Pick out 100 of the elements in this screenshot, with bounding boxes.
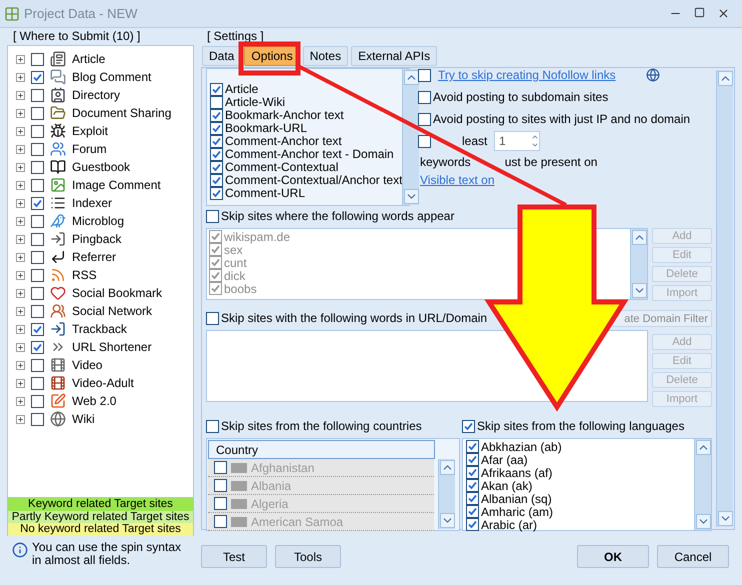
expand-icon[interactable]	[16, 378, 25, 388]
checkbox[interactable]	[466, 479, 479, 492]
checkbox[interactable]	[210, 148, 223, 161]
tree-item[interactable]: Article	[72, 50, 106, 68]
spin-up-icon[interactable]	[531, 133, 539, 141]
checkbox[interactable]	[418, 90, 431, 104]
maximize-icon[interactable]	[694, 7, 705, 18]
checkbox[interactable]	[31, 250, 44, 264]
scrollbar[interactable]	[630, 229, 647, 299]
checkbox[interactable]	[209, 282, 222, 295]
nofollow-link[interactable]: Try to skip creating Nofollow links	[438, 66, 616, 84]
expand-icon[interactable]	[16, 198, 25, 208]
tree-item[interactable]: Image Comment	[72, 176, 161, 194]
checkbox[interactable]	[466, 505, 479, 518]
scroll-up-icon[interactable]	[718, 71, 733, 86]
tree-item[interactable]: Microblog	[72, 212, 124, 230]
expand-icon[interactable]	[16, 144, 25, 154]
language-name[interactable]: Akan (ak)	[481, 476, 532, 494]
checkbox[interactable]	[210, 122, 223, 135]
tree-item[interactable]: Blog Comment	[72, 68, 152, 86]
expand-icon[interactable]	[16, 270, 25, 280]
checkbox[interactable]	[210, 161, 223, 174]
expand-icon[interactable]	[16, 234, 25, 244]
close-icon[interactable]	[717, 7, 730, 20]
tree-item[interactable]: Trackback	[72, 320, 127, 338]
list-item[interactable]: Bookmark-Anchor text	[225, 109, 344, 122]
scroll-up-icon[interactable]	[440, 460, 455, 475]
checkbox[interactable]	[31, 304, 44, 318]
list-item[interactable]: Comment-Anchor text	[225, 135, 342, 148]
expand-icon[interactable]	[16, 54, 25, 64]
expand-icon[interactable]	[16, 306, 25, 316]
scrollbar[interactable]	[716, 70, 733, 527]
tree-item[interactable]: Indexer	[72, 194, 112, 212]
tree-item[interactable]: Guestbook	[72, 158, 130, 176]
tree-item[interactable]: Document Sharing	[72, 104, 172, 122]
tree-item[interactable]: Referrer	[72, 248, 116, 266]
checkbox[interactable]	[210, 174, 223, 187]
checkbox[interactable]	[206, 420, 219, 432]
checkbox[interactable]	[214, 479, 227, 492]
expand-icon[interactable]	[16, 162, 25, 172]
scroll-up-icon[interactable]	[404, 70, 420, 85]
scroll-up-icon[interactable]	[632, 230, 647, 245]
checkbox[interactable]	[462, 420, 475, 432]
expand-icon[interactable]	[16, 324, 25, 334]
expand-icon[interactable]	[16, 108, 25, 118]
expand-icon[interactable]	[16, 72, 25, 82]
column-header[interactable]: Country	[208, 440, 435, 459]
expand-icon[interactable]	[16, 216, 25, 226]
expand-icon[interactable]	[16, 90, 25, 100]
expand-icon[interactable]	[16, 360, 25, 370]
checkbox[interactable]	[466, 518, 479, 531]
checkbox[interactable]	[209, 243, 222, 256]
tree-item[interactable]: Social Network	[72, 302, 152, 320]
checkbox[interactable]	[210, 187, 223, 200]
scrollbar[interactable]	[402, 69, 420, 205]
tree-item[interactable]: Forum	[72, 140, 107, 158]
tab[interactable]: External APIs	[351, 46, 438, 66]
tree-item[interactable]: RSS	[72, 266, 97, 284]
number-spinner[interactable]: 1	[494, 131, 540, 151]
checkbox[interactable]	[31, 268, 44, 282]
checkbox[interactable]	[214, 497, 227, 510]
list-item[interactable]: Comment-Contextual	[225, 161, 338, 174]
tree-item[interactable]: Social Bookmark	[72, 284, 162, 302]
expand-icon[interactable]	[16, 414, 25, 424]
scroll-up-icon[interactable]	[696, 440, 711, 455]
checkbox[interactable]	[31, 322, 44, 336]
checkbox[interactable]	[31, 376, 44, 390]
scroll-down-icon[interactable]	[404, 189, 420, 204]
expand-icon[interactable]	[16, 342, 25, 352]
spin-down-icon[interactable]	[531, 141, 539, 149]
checkbox[interactable]	[466, 492, 479, 505]
list-item[interactable]: Comment-Anchor text - Domain	[225, 148, 394, 161]
checkbox[interactable]	[31, 412, 44, 426]
expand-icon[interactable]	[16, 126, 25, 136]
checkbox[interactable]	[418, 134, 431, 148]
checkbox[interactable]	[214, 461, 227, 474]
checkbox[interactable]	[214, 515, 227, 528]
tree-item[interactable]: Pingback	[72, 230, 122, 248]
cancel-button[interactable]: Cancel	[657, 545, 729, 568]
checkbox[interactable]	[209, 269, 222, 282]
list-item[interactable]: Article-Wiki	[225, 96, 285, 109]
checkbox[interactable]	[31, 214, 44, 228]
list-item[interactable]: Bookmark-URL	[225, 122, 308, 135]
scroll-down-icon[interactable]	[718, 511, 733, 526]
expand-icon[interactable]	[16, 252, 25, 262]
checkbox[interactable]	[209, 256, 222, 269]
checkbox[interactable]	[209, 230, 222, 243]
scrollbar[interactable]	[694, 439, 711, 530]
checkbox[interactable]	[210, 109, 223, 122]
checkbox[interactable]	[31, 232, 44, 246]
checkbox[interactable]	[466, 453, 479, 466]
tab[interactable]: Notes	[302, 46, 348, 66]
checkbox[interactable]	[31, 286, 44, 300]
checkbox[interactable]	[31, 178, 44, 192]
scroll-down-icon[interactable]	[632, 283, 647, 298]
list-item[interactable]: Article	[225, 83, 258, 96]
checkbox[interactable]	[31, 160, 44, 174]
checkbox[interactable]	[31, 88, 44, 102]
expand-icon[interactable]	[16, 288, 25, 298]
tree-item[interactable]: Video-Adult	[72, 374, 134, 392]
